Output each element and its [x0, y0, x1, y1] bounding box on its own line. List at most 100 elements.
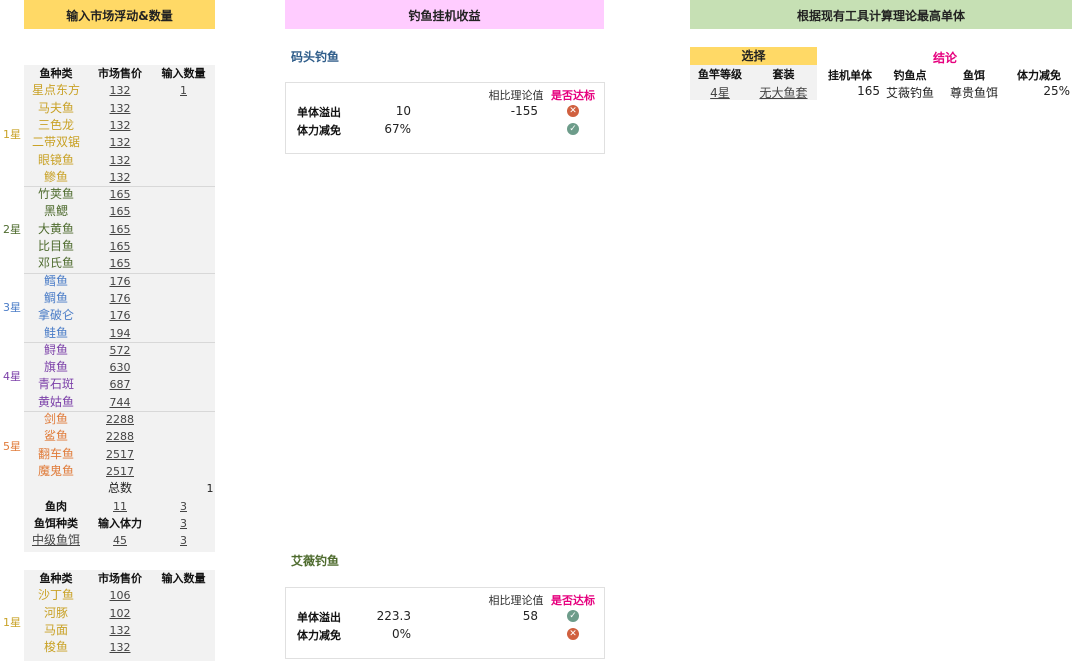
- bait-qty-input[interactable]: 3: [152, 532, 215, 549]
- fish-name: 鲑鱼: [43, 325, 68, 340]
- table-row: 鲨鱼 2288: [24, 428, 215, 445]
- select-panel: 选择 鱼竿等级 套装 4星 无大鱼套: [690, 47, 817, 100]
- table-row: 沙丁鱼 106: [24, 587, 215, 604]
- meat-qty-input[interactable]: 3: [152, 498, 215, 515]
- pass-header: 是否达标: [551, 89, 595, 102]
- bait-row: 中级鱼饵 45 3: [24, 532, 215, 549]
- metric-value: 0%: [391, 627, 411, 641]
- fish-name: 星点东方: [31, 83, 80, 98]
- market-price-input[interactable]: 630: [88, 359, 152, 376]
- metric-value: 67%: [384, 122, 411, 136]
- market-price-input[interactable]: 165: [88, 186, 152, 203]
- market-price-input[interactable]: 176: [88, 290, 152, 307]
- compare-value: 58: [522, 609, 538, 623]
- market-price-input[interactable]: 165: [88, 238, 152, 255]
- fish-name: 河豚: [43, 605, 68, 620]
- conclusion-col-header: 体力减免: [1017, 69, 1061, 82]
- fish-name: 比目鱼: [37, 239, 74, 253]
- market-price-input[interactable]: 194: [88, 325, 152, 342]
- table-row: 魔鬼鱼 2517: [24, 463, 215, 480]
- table-row: 鲹鱼 132: [24, 169, 215, 186]
- table-row: 比目鱼 165: [24, 238, 215, 255]
- cross-icon: ✕: [567, 628, 579, 640]
- market-price-input[interactable]: 165: [88, 255, 152, 272]
- compare-value: -155: [510, 104, 538, 118]
- market-price-input[interactable]: 687: [88, 376, 152, 393]
- meat-price-input[interactable]: 11: [88, 498, 152, 515]
- column-header: 输入数量: [161, 67, 206, 80]
- table-row: 鳕鱼 176: [24, 273, 215, 290]
- star-level-label: 3星: [3, 301, 21, 315]
- suit-select[interactable]: 无大鱼套: [750, 84, 817, 101]
- market-price-input[interactable]: 106: [88, 587, 152, 604]
- bait-select[interactable]: 中级鱼饵: [24, 532, 88, 549]
- market-price-input[interactable]: 165: [88, 221, 152, 238]
- rod-level-label: 鱼竿等级: [698, 68, 742, 81]
- meat-row: 鱼肉 11 3: [24, 498, 215, 515]
- column-header: 市场售价: [98, 572, 142, 585]
- market-price-input[interactable]: 2517: [88, 446, 152, 463]
- market-price-input[interactable]: 2288: [88, 428, 152, 445]
- fish-name: 竹荚鱼: [37, 187, 74, 202]
- stamina-input[interactable]: 45: [88, 532, 152, 549]
- star-level-label: 1星: [3, 615, 21, 629]
- market-price-input[interactable]: 132: [88, 117, 152, 134]
- market-price-input[interactable]: 132: [88, 82, 152, 99]
- fishing-spot-title: 码头钓鱼: [291, 50, 340, 64]
- conclusion-value: 尊贵鱼饵: [949, 86, 998, 100]
- fish-name: 马夫鱼: [37, 100, 74, 115]
- market-price-input[interactable]: 744: [88, 394, 152, 411]
- market-price-input[interactable]: 572: [88, 342, 152, 359]
- fish-name: 二带双锯: [31, 135, 80, 150]
- suit-label: 套装: [772, 68, 795, 81]
- bait-header-row: 鱼饵种类 输入体力 3: [24, 515, 215, 532]
- star-level-label: 5星: [3, 439, 21, 453]
- table-row: 黑鳃 165: [24, 203, 215, 220]
- market-price-input[interactable]: 132: [88, 622, 152, 639]
- market-price-input[interactable]: 2517: [88, 463, 152, 480]
- market-price-input[interactable]: 132: [88, 134, 152, 151]
- market-price-input[interactable]: 165: [88, 203, 152, 220]
- stamina-header: 输入体力: [98, 516, 142, 530]
- column-header: 鱼种类: [39, 572, 73, 585]
- fish-price-table-2: 鱼种类 市场售价 输入数量 沙丁鱼 106 河豚 102 马面 132 梭鱼 132: [24, 570, 215, 661]
- table-row: 竹荚鱼 165: [24, 186, 215, 203]
- table-row: 拿破仑 176: [24, 307, 215, 324]
- fish-name: 邓氏鱼: [37, 256, 74, 271]
- table-header-row: 鱼种类 市场售价 输入数量: [24, 65, 215, 82]
- column-header: 市场售价: [98, 67, 142, 80]
- fish-name: 青石斑: [37, 377, 74, 392]
- total-label: 总数: [107, 481, 132, 496]
- fish-name: 鲨鱼: [43, 429, 68, 444]
- fish-name: 鳕鱼: [43, 273, 68, 288]
- table-header-row: 鱼种类 市场售价 输入数量: [24, 570, 215, 587]
- table-row: 二带双锯 132: [24, 134, 215, 151]
- market-price-input[interactable]: 176: [88, 307, 152, 324]
- market-price-input[interactable]: 2288: [88, 411, 152, 428]
- market-price-input[interactable]: 132: [88, 100, 152, 117]
- star-level-label: 4星: [3, 370, 21, 384]
- fish-name: 翻车鱼: [37, 446, 74, 461]
- table-row: 鲟鱼 572: [24, 342, 215, 359]
- rod-level-select[interactable]: 4星: [690, 84, 750, 101]
- table-row: 黄姑鱼 744: [24, 394, 215, 411]
- quantity-input[interactable]: 1: [152, 82, 215, 99]
- select-header: 选择: [690, 47, 817, 65]
- fish-name: 黑鳃: [43, 204, 68, 219]
- bait-header-value[interactable]: 3: [152, 515, 215, 532]
- table-row: 翻车鱼 2517: [24, 446, 215, 463]
- market-price-input[interactable]: 132: [88, 152, 152, 169]
- conclusion-value: 艾薇钓鱼: [885, 86, 934, 100]
- market-price-input[interactable]: 102: [88, 605, 152, 622]
- table-row: 旗鱼 630: [24, 359, 215, 376]
- fish-name: 鲹鱼: [43, 169, 68, 184]
- banner-market-input: 输入市场浮动&数量: [24, 0, 215, 29]
- table-row: 邓氏鱼 165: [24, 255, 215, 272]
- conclusion-col-header: 钓鱼点: [893, 69, 927, 82]
- market-price-input[interactable]: 132: [88, 639, 152, 656]
- metric-label: 体力减免: [297, 124, 341, 137]
- fish-name: 剑鱼: [43, 412, 68, 426]
- market-price-input[interactable]: 176: [88, 273, 152, 290]
- table-row: 鲷鱼 176: [24, 290, 215, 307]
- market-price-input[interactable]: 132: [88, 169, 152, 186]
